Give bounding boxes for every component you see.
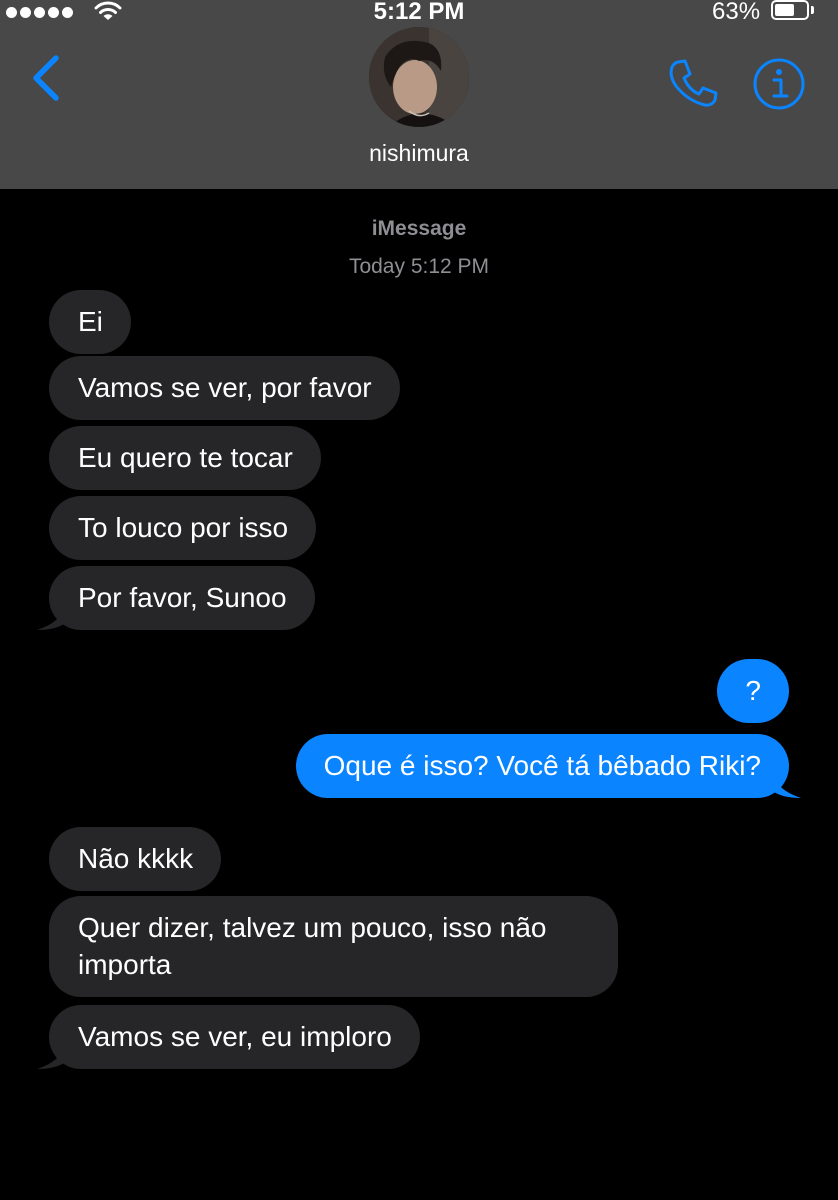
message-text: To louco por isso [78,512,289,543]
message-text: Vamos se ver, eu imploro [78,1021,392,1052]
message-bubble-incoming[interactable]: Quer dizer, talvez um pouco, isso não im… [49,896,618,997]
contact-avatar[interactable] [369,27,469,127]
message-bubble-outgoing[interactable]: Oque é isso? Você tá bêbado Riki? [295,734,801,798]
message-text: Não kkkk [78,843,194,874]
phone-icon [669,59,718,107]
battery-fill [775,4,794,16]
battery-percentage: 63% [712,0,761,25]
message-bubble-incoming[interactable]: Vamos se ver, eu imploro [37,1005,420,1069]
back-button[interactable] [28,52,68,108]
battery-icon [771,0,809,20]
info-button[interactable] [752,57,806,111]
bubble-tail [37,608,67,630]
message-bubble-incoming[interactable]: Não kkkk [49,827,222,891]
message-text: ? [745,675,761,706]
message-bubble-outgoing[interactable]: ? [717,659,789,723]
battery-tip [811,6,814,14]
message-text: Eu quero te tocar [78,442,293,473]
status-bar: 5:12 PM 63% [0,0,838,26]
contact-name[interactable]: nishimura [0,140,838,167]
chevron-left-icon [33,55,59,101]
bubble-tail [37,1047,67,1069]
message-text: Por favor, Sunoo [78,582,287,613]
avatar-photo [369,27,469,127]
message-text: Quer dizer, talvez um pouco, isso não im… [78,912,547,980]
message-bubble-incoming[interactable]: Ei [49,290,131,354]
message-bubble-incoming[interactable]: To louco por isso [49,496,317,560]
message-text: Oque é isso? Você tá bêbado Riki? [323,750,761,781]
message-timestamp: Today 5:12 PM [348,255,490,278]
conversation-header: 5:12 PM 63% nishimura [0,0,838,189]
message-bubble-incoming[interactable]: Eu quero te tocar [49,426,321,490]
call-button[interactable] [664,56,720,112]
message-text: Vamos se ver, por favor [78,372,372,403]
message-text: Ei [78,306,103,337]
message-bubble-incoming[interactable]: Por favor, Sunoo [37,566,315,630]
service-label: iMessage [371,217,467,240]
messages-app: 5:12 PM 63% nishimura iMessage Today 5:1… [0,0,838,1200]
message-bubble-incoming[interactable]: Vamos se ver, por favor [49,356,400,420]
info-icon [753,58,805,110]
bubble-tail [771,776,801,798]
